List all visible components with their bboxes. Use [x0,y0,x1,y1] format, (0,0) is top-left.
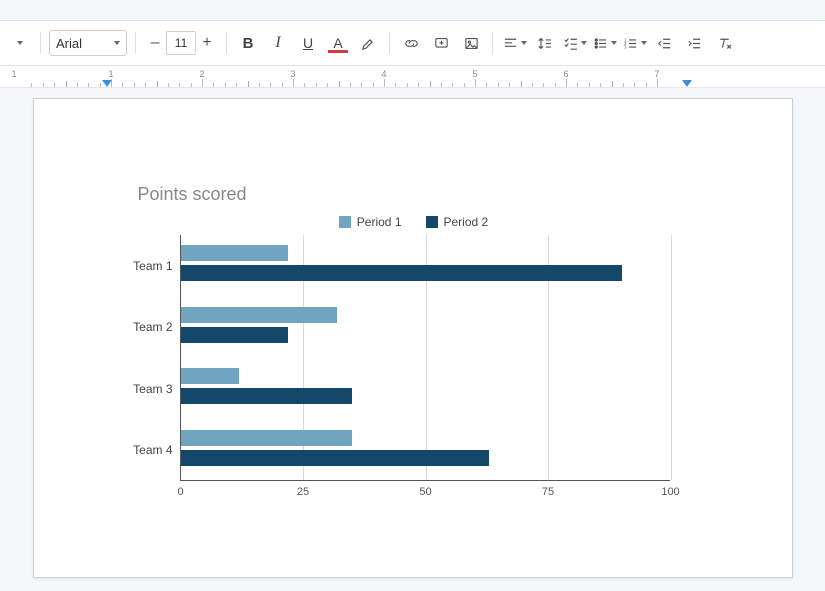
text-color-button[interactable]: A [325,30,351,56]
bold-button[interactable]: B [235,30,261,56]
legend-item: Period 1 [339,215,402,229]
legend-item: Period 2 [426,215,489,229]
insert-link-button[interactable] [398,30,424,56]
separator [389,32,390,54]
separator [40,32,41,54]
line-spacing-icon [536,35,553,52]
chart-row: Team 2 [181,303,670,353]
legend-swatch [339,216,351,228]
separator [492,32,493,54]
chart-title: Points scored [138,184,694,205]
chevron-down-icon [611,41,617,45]
bar [181,245,289,261]
image-icon [463,35,480,52]
link-icon [403,35,420,52]
chart-row: Team 1 [181,241,670,291]
font-family-value: Arial [56,36,82,51]
checklist-button[interactable] [561,30,587,56]
chart-legend: Period 1 Period 2 [134,215,694,229]
chevron-down-icon [641,41,647,45]
font-size-group: – + [144,30,218,56]
legend-label: Period 1 [357,215,402,229]
bulleted-list-button[interactable] [591,30,617,56]
bullet-list-icon [592,35,609,52]
checklist-icon [562,35,579,52]
x-axis-tick-label: 0 [177,486,183,498]
decrease-font-size-button[interactable]: – [144,30,166,56]
underline-button[interactable]: U [295,30,321,56]
chevron-down-icon [521,41,527,45]
increase-indent-button[interactable] [681,30,707,56]
horizontal-ruler[interactable]: 11234567 [0,66,825,88]
indent-marker-right[interactable] [682,80,692,87]
chevron-down-icon [114,41,120,45]
increase-font-size-button[interactable]: + [196,30,218,56]
category-label: Team 1 [133,259,172,273]
category-label: Team 3 [133,382,172,396]
chevron-down-icon [581,41,587,45]
x-axis-tick-label: 25 [297,486,309,498]
x-axis-tick-label: 75 [542,486,554,498]
chart-container[interactable]: Points scored Period 1Period 2 025507510… [134,184,694,481]
category-label: Team 4 [133,443,172,457]
decrease-indent-button[interactable] [651,30,677,56]
formatting-toolbar: Arial – + B I U A 123 [0,20,825,66]
x-axis-tick-label: 50 [419,486,431,498]
chart-row: Team 3 [181,364,670,414]
chart-plot-area: 0255075100Team 1Team 2Team 3Team 4 [180,235,670,481]
highlighter-icon [360,35,377,52]
more-formatting-button[interactable] [6,30,32,56]
align-icon [502,35,519,52]
x-axis-tick-label: 100 [661,486,679,498]
font-family-select[interactable]: Arial [49,30,127,56]
bar [181,450,490,466]
indent-marker-left[interactable] [102,80,112,87]
highlight-color-button[interactable] [355,30,381,56]
bar [181,327,289,343]
chart-row: Team 4 [181,426,670,476]
svg-text:3: 3 [624,44,627,49]
insert-image-button[interactable] [458,30,484,56]
add-comment-button[interactable] [428,30,454,56]
gridline [671,235,672,480]
separator [135,32,136,54]
document-canvas: Points scored Period 1 Period 2 0 25 50 75 10… [0,88,825,578]
indent-icon [686,35,703,52]
category-label: Team 2 [133,320,172,334]
font-size-input[interactable] [166,31,196,55]
line-spacing-button[interactable] [531,30,557,56]
clear-format-icon [716,35,733,52]
bar [181,430,353,446]
outdent-icon [656,35,673,52]
clear-formatting-button[interactable] [711,30,737,56]
align-button[interactable] [501,30,527,56]
document-page[interactable]: Points scored Period 1 Period 2 0 25 50 75 10… [33,98,793,578]
comment-plus-icon [433,35,450,52]
legend-label: Period 2 [444,215,489,229]
bar [181,307,338,323]
bar [181,368,240,384]
numbered-list-button[interactable]: 123 [621,30,647,56]
italic-button[interactable]: I [265,30,291,56]
bar [181,265,622,281]
numbered-list-icon: 123 [622,35,639,52]
bar [181,388,353,404]
separator [226,32,227,54]
legend-swatch [426,216,438,228]
